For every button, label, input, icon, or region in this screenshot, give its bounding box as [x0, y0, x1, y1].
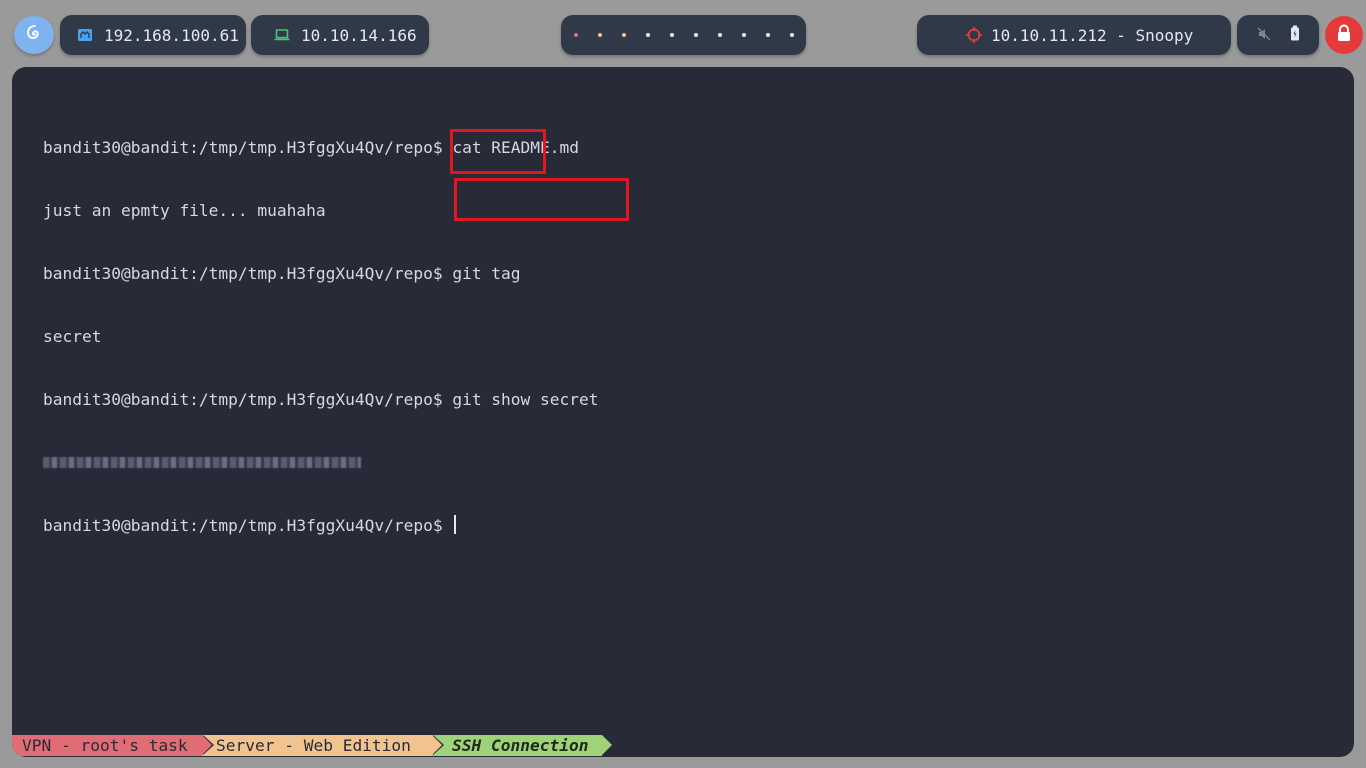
- command-text: [443, 516, 453, 535]
- status-segment-vpn[interactable]: VPN - root's task: [12, 735, 214, 756]
- host-ip-text: 192.168.100.61: [104, 25, 239, 45]
- status-segment-ssh[interactable]: SSH Connection: [432, 735, 612, 756]
- target-widget[interactable]: 10.10.11.212 - Snoopy: [917, 15, 1231, 55]
- shell-prompt: bandit30@bandit:/tmp/tmp.H3fggXu4Qv/repo…: [43, 264, 443, 283]
- terminal-line: [43, 452, 599, 473]
- lock-icon: [1336, 24, 1352, 46]
- lock-screen-button[interactable]: [1325, 16, 1363, 54]
- crosshair-icon: [965, 26, 983, 44]
- output-text: just an epmty file... muahaha: [43, 201, 326, 220]
- powerline-arrow-icon: [432, 735, 442, 755]
- terminal-line: bandit30@bandit:/tmp/tmp.H3fggXu4Qv/repo…: [43, 389, 599, 410]
- highlight-box-git-tag: [450, 129, 546, 174]
- workspace-dot-1[interactable]: [573, 33, 578, 37]
- workspace-dot-2[interactable]: [597, 33, 602, 37]
- shell-prompt: bandit30@bandit:/tmp/tmp.H3fggXu4Qv/repo…: [43, 138, 443, 157]
- command-text: git tag: [442, 264, 521, 283]
- output-text: secret: [43, 327, 102, 346]
- workspace-dot-8[interactable]: [741, 33, 746, 37]
- status-segment-label: Server - Web Edition: [216, 736, 411, 755]
- workspace-dot-10[interactable]: [789, 33, 794, 37]
- highlight-box-git-show: [454, 178, 629, 221]
- powerline-arrow-icon: [602, 735, 612, 755]
- redacted-password: [43, 457, 361, 468]
- system-tray: [1237, 15, 1319, 55]
- target-text: 10.10.11.212 - Snoopy: [991, 25, 1194, 45]
- tmux-status-bar: VPN - root's task Server - Web Edition S…: [12, 735, 612, 756]
- workspace-dot-7[interactable]: [717, 33, 722, 37]
- terminal-line: bandit30@bandit:/tmp/tmp.H3fggXu4Qv/repo…: [43, 515, 599, 536]
- debian-swirl-icon: [24, 23, 44, 47]
- workspace-dot-6[interactable]: [693, 33, 698, 37]
- command-text: git show secret: [442, 390, 599, 409]
- vpn-ip-widget[interactable]: 10.10.14.166: [251, 15, 429, 55]
- workspace-dot-4[interactable]: [645, 33, 650, 37]
- status-segment-label: VPN - root's task: [22, 736, 188, 755]
- battery-icon[interactable]: [1290, 25, 1300, 45]
- host-ip-widget[interactable]: 192.168.100.61: [60, 15, 246, 55]
- volume-muted-icon[interactable]: [1257, 26, 1271, 45]
- text-cursor: [454, 515, 457, 534]
- top-bar: 192.168.100.61 10.10.14.166 10.10.11.212…: [0, 0, 1366, 68]
- workspace-dot-3[interactable]: [621, 33, 626, 37]
- menu-launcher-button[interactable]: [14, 16, 54, 54]
- terminal-line: bandit30@bandit:/tmp/tmp.H3fggXu4Qv/repo…: [43, 263, 599, 284]
- shell-prompt: bandit30@bandit:/tmp/tmp.H3fggXu4Qv/repo…: [43, 390, 443, 409]
- vpn-ip-text: 10.10.14.166: [301, 25, 417, 45]
- terminal-window[interactable]: bandit30@bandit:/tmp/tmp.H3fggXu4Qv/repo…: [12, 67, 1354, 757]
- workspace-dot-5[interactable]: [669, 33, 674, 37]
- status-segment-label: SSH Connection: [452, 736, 589, 755]
- terminal-line: secret: [43, 326, 599, 347]
- status-segment-server[interactable]: Server - Web Edition: [202, 735, 444, 756]
- laptop-icon: [273, 26, 291, 44]
- workspace-dot-9[interactable]: [765, 33, 770, 37]
- workspace-switcher[interactable]: [561, 15, 806, 55]
- powerline-arrow-icon: [202, 735, 212, 755]
- network-icon: [76, 26, 94, 44]
- shell-prompt: bandit30@bandit:/tmp/tmp.H3fggXu4Qv/repo…: [43, 516, 443, 535]
